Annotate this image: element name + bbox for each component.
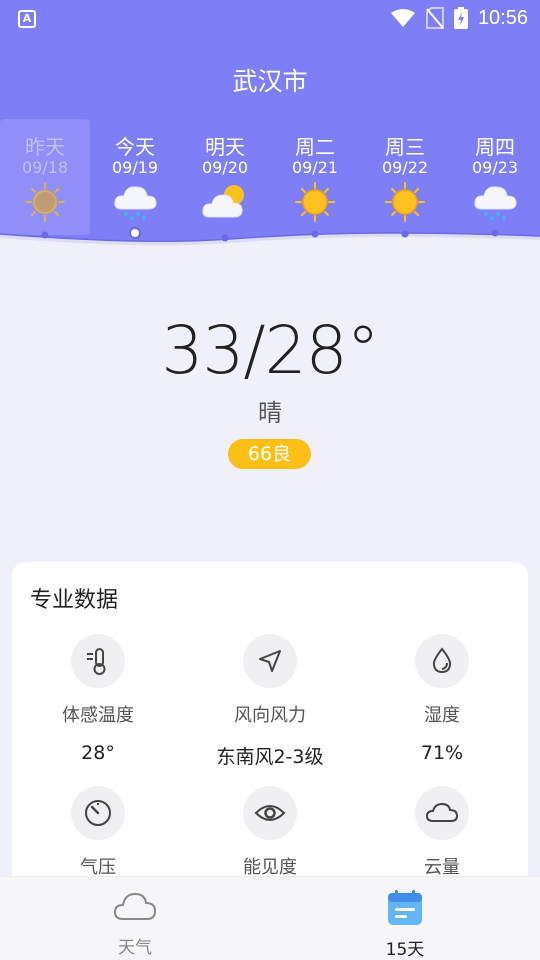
rain-cloud-icon	[474, 186, 517, 220]
day-date: 09/18	[21, 158, 69, 177]
day-item-tue[interactable]: 周二 09/21	[270, 119, 360, 235]
day-date: 09/22	[381, 158, 429, 177]
droplet-icon	[432, 647, 452, 674]
aqi-badge[interactable]: 66良	[228, 439, 311, 469]
metric-wind: 风向风力 东南风2-3级	[184, 634, 356, 769]
day-date: 09/20	[201, 158, 249, 177]
day-name: 周二	[295, 135, 335, 159]
status-bar: A 10:56	[0, 0, 540, 36]
metric-label: 体感温度	[62, 705, 134, 726]
status-time: 10:56	[477, 6, 528, 29]
navigation-arrow-icon	[259, 650, 281, 672]
metric-label: 风向风力	[234, 705, 306, 726]
sun-icon	[385, 182, 425, 222]
cloud-icon	[425, 802, 459, 822]
tab-15-days[interactable]: 15天	[340, 889, 470, 960]
calendar-icon	[388, 890, 422, 925]
battery-charging-icon	[453, 7, 468, 29]
gauge-icon	[85, 800, 111, 826]
metric-value: 71%	[420, 742, 464, 764]
metric-visibility: 能见度	[184, 786, 356, 879]
status-icons: 10:56	[390, 6, 528, 30]
metric-humidity: 湿度 71%	[356, 634, 528, 764]
pro-data-title: 专业数据	[30, 588, 119, 613]
day-name: 昨天	[25, 135, 65, 159]
tab-weather[interactable]: 天气	[70, 889, 200, 958]
metric-value: 东南风2-3级	[216, 746, 324, 768]
day-date: 09/21	[291, 158, 339, 177]
partly-cloudy-icon	[202, 185, 244, 218]
day-name: 今天	[115, 135, 155, 159]
thermometer-icon	[87, 648, 106, 675]
sun-icon	[25, 182, 65, 222]
day-item-yesterday[interactable]: 昨天 09/18	[0, 119, 90, 235]
app-notification-icon: A	[18, 10, 36, 28]
no-sim-icon	[425, 7, 444, 29]
metric-value: 28°	[81, 742, 115, 764]
city-title[interactable]: 武汉市	[0, 62, 540, 98]
day-name: 周四	[475, 135, 515, 159]
weather-condition: 晴	[258, 399, 282, 427]
eye-icon	[254, 805, 286, 821]
pro-data-card: 专业数据 体感温度 28° 风向风力 东南风2-3级 湿度 71% 气压 能见度…	[12, 562, 528, 892]
bottom-tab-bar: 天气 15天	[0, 876, 540, 960]
forecast-wave-divider	[0, 227, 540, 256]
daily-forecast-strip: 昨天 09/18 今天 09/19 明天 09/20 周二 09/21 周三 0…	[0, 119, 540, 239]
metric-pressure: 气压	[12, 786, 184, 879]
rain-cloud-icon	[114, 186, 157, 220]
weather-header: A 10:56 武汉市 昨天 09/18 今天 09/19 明天 09/20 周…	[0, 0, 540, 252]
metric-label: 湿度	[424, 705, 460, 726]
wifi-icon	[390, 9, 415, 27]
day-item-tomorrow[interactable]: 明天 09/20	[180, 119, 270, 235]
day-name: 周三	[385, 135, 425, 159]
day-item-thu[interactable]: 周四 09/23	[450, 119, 540, 235]
tab-label: 天气	[118, 938, 152, 958]
tab-label: 15天	[385, 940, 425, 960]
day-item-wed[interactable]: 周三 09/22	[360, 119, 450, 235]
temperature-range: 33/28°	[161, 312, 379, 389]
day-item-today[interactable]: 今天 09/19	[90, 119, 180, 235]
sun-icon	[295, 182, 335, 222]
day-name: 明天	[205, 135, 245, 159]
metric-cloud-cover: 云量	[356, 786, 528, 879]
metric-feels-like: 体感温度 28°	[12, 634, 184, 764]
day-date: 09/23	[471, 158, 519, 177]
cloud-icon	[113, 892, 157, 920]
day-date: 09/19	[111, 158, 159, 177]
